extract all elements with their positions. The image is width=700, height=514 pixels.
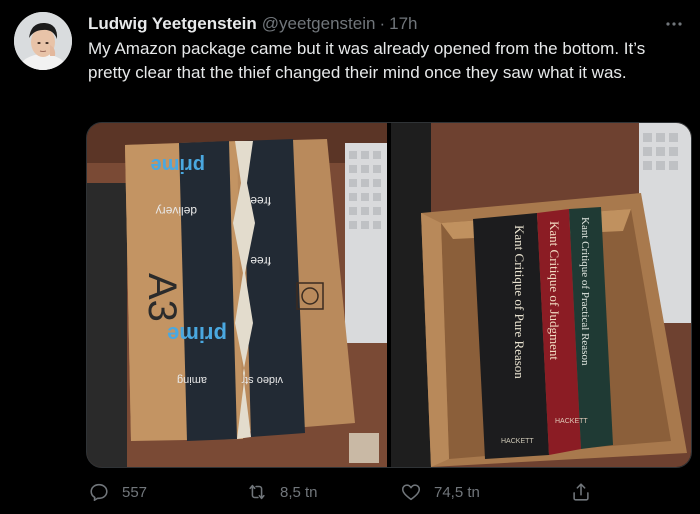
book-2-spine: Kant Critique of Judgment bbox=[547, 221, 562, 360]
tweet-time[interactable]: 17h bbox=[389, 14, 417, 34]
display-name[interactable]: Ludwig Yeetgenstein bbox=[88, 14, 257, 34]
like-count: 74,5 tn bbox=[434, 483, 480, 501]
avatar[interactable] bbox=[14, 12, 72, 70]
retweet-button[interactable]: 8,5 tn bbox=[246, 481, 318, 503]
separator-dot: · bbox=[379, 14, 386, 33]
box-label-a3: A3 bbox=[140, 273, 184, 322]
reply-button[interactable]: 557 bbox=[88, 481, 147, 503]
heart-icon bbox=[401, 484, 421, 501]
box-label-prime-bottom: prime bbox=[167, 322, 227, 347]
book-3-spine: Kant Critique of Practical Reason bbox=[579, 217, 591, 366]
box-label-prime-top: prime bbox=[151, 154, 205, 176]
tweet-text: My Amazon package came but it was alread… bbox=[88, 39, 646, 82]
photo-amazon-box[interactable]: prime delivery free free prime video str… bbox=[87, 123, 388, 467]
tweet-media: prime delivery free free prime video str… bbox=[86, 122, 692, 468]
box-label-free-top: free bbox=[250, 194, 271, 208]
book-1-spine: Kant Critique of Pure Reason bbox=[512, 225, 527, 379]
like-button[interactable]: 74,5 tn bbox=[400, 481, 480, 503]
share-icon bbox=[573, 483, 589, 501]
book-1-publisher: HACKETT bbox=[501, 438, 534, 445]
photo-kant-books[interactable]: Kant Critique of Pure Reason Kant Critiq… bbox=[390, 123, 691, 467]
avatar-photo bbox=[14, 12, 72, 70]
reply-icon bbox=[90, 483, 108, 502]
share-button[interactable] bbox=[570, 481, 604, 503]
user-handle[interactable]: @yeetgenstein bbox=[262, 14, 376, 34]
tweet-header: Ludwig Yeetgenstein @yeetgenstein · 17h bbox=[88, 12, 686, 36]
tweet-actions: 557 8,5 tn 74,5 tn bbox=[86, 477, 690, 507]
box-label-free-2: free bbox=[250, 254, 271, 268]
box-label-video: video str bbox=[241, 374, 283, 386]
retweet-count: 8,5 tn bbox=[280, 483, 318, 501]
more-icon[interactable] bbox=[662, 12, 686, 36]
retweet-icon bbox=[249, 484, 265, 500]
box-label-delivery: delivery bbox=[156, 204, 197, 218]
reply-count: 557 bbox=[122, 483, 148, 501]
book-2-publisher: HACKETT bbox=[555, 418, 588, 425]
box-label-gaming: aming bbox=[177, 374, 207, 386]
